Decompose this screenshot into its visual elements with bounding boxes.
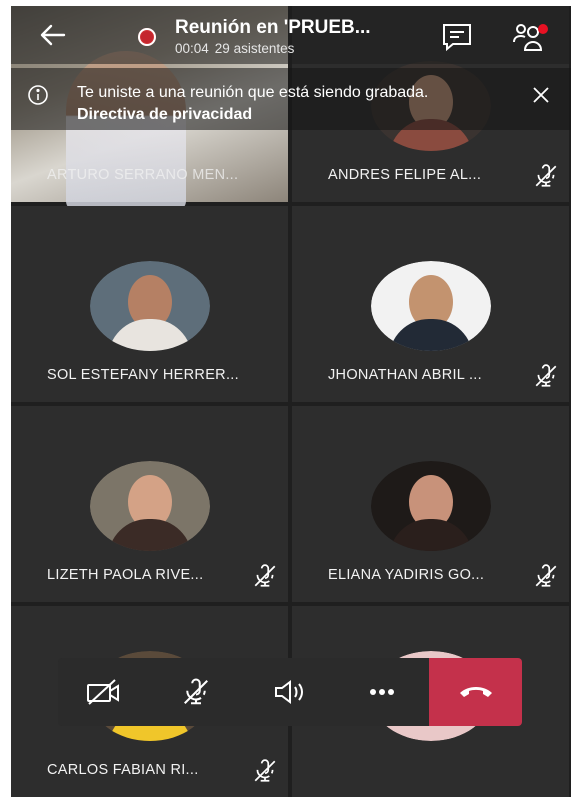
participant-tile-eliana[interactable]: ELIANA YADIRIS GO...	[292, 406, 569, 602]
speaker-icon	[275, 680, 303, 704]
more-options-button[interactable]	[347, 658, 417, 726]
hangup-icon	[459, 687, 492, 697]
participant-tile-jhonathan[interactable]: JHONATHAN ABRIL ...	[292, 206, 569, 402]
more-icon	[370, 689, 394, 695]
camera-off-button[interactable]	[68, 658, 138, 726]
participant-name: SOL ESTEFANY HERRER...	[47, 367, 239, 383]
mic-off-icon	[252, 563, 278, 589]
participant-name: LIZETH PAOLA RIVE...	[47, 567, 204, 583]
recording-icon	[138, 28, 156, 46]
hangup-button[interactable]	[429, 658, 522, 726]
recording-banner: Te uniste a una reunión que está siendo …	[11, 68, 571, 130]
participant-avatar	[90, 261, 210, 351]
participant-name: JHONATHAN ABRIL ...	[328, 367, 482, 383]
participant-name: ARTURO SERRANO MEN...	[47, 167, 239, 183]
participant-name: ANDRES FELIPE AL...	[328, 167, 482, 183]
participant-avatar	[371, 261, 491, 351]
participant-name: CARLOS FABIAN RI...	[47, 762, 199, 778]
meeting-duration: 00:04	[175, 41, 209, 56]
notification-badge	[538, 24, 548, 34]
mic-off-icon	[184, 678, 208, 705]
mic-off-icon	[533, 563, 559, 589]
chat-icon[interactable]	[441, 22, 473, 52]
mic-off-icon	[533, 163, 559, 189]
info-icon	[27, 84, 49, 106]
mute-button[interactable]	[161, 658, 231, 726]
participant-tile-sol[interactable]: SOL ESTEFANY HERRER...	[11, 206, 288, 402]
attendee-count: 29 asistentes	[214, 41, 295, 56]
speaker-button[interactable]	[254, 658, 324, 726]
participant-avatar	[371, 461, 491, 551]
banner-text: Te uniste a una reunión que está siendo …	[77, 84, 429, 101]
mic-off-icon	[533, 363, 559, 389]
participant-avatar	[90, 461, 210, 551]
privacy-policy-link[interactable]: Directiva de privacidad	[77, 106, 252, 123]
back-arrow-icon[interactable]	[38, 20, 68, 50]
meeting-title: Reunión en 'PRUEB...	[175, 17, 371, 38]
meeting-subtitle: 00:04 29 asistentes	[175, 41, 300, 56]
meeting-header: Reunión en 'PRUEB... 00:04 29 asistentes	[11, 6, 571, 64]
participant-name: ELIANA YADIRIS GO...	[328, 567, 485, 583]
call-controls	[58, 658, 522, 726]
close-icon[interactable]	[530, 84, 552, 106]
camera-off-icon	[87, 679, 119, 705]
banner-message: Te uniste a una reunión que está siendo …	[77, 82, 497, 126]
participant-tile-lizeth[interactable]: LIZETH PAOLA RIVE...	[11, 406, 288, 602]
mic-off-icon	[252, 758, 278, 784]
